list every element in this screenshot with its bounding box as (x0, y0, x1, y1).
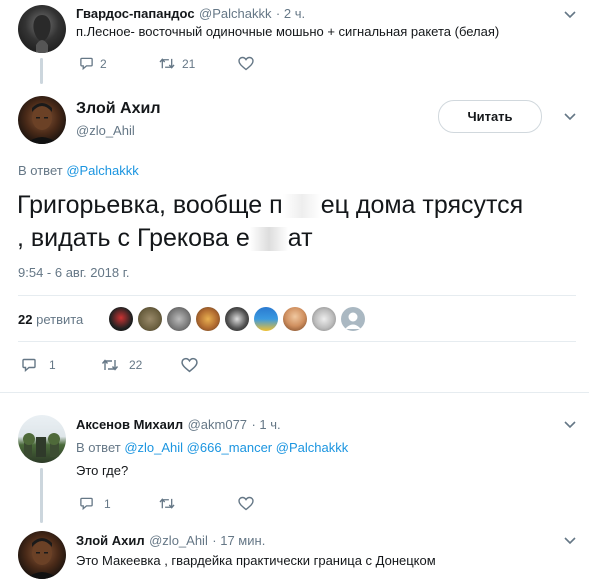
retweets-count: 22 (18, 312, 33, 327)
heart-icon (238, 496, 254, 511)
retweeter-avatar[interactable] (312, 307, 336, 331)
thread-line (40, 58, 43, 84)
retweeter-avatar[interactable] (254, 307, 278, 331)
like-action[interactable] (238, 496, 254, 511)
divider (18, 295, 576, 296)
chevron-down-icon[interactable] (563, 418, 577, 432)
thread-line (40, 468, 43, 523)
retweet-icon (159, 58, 175, 69)
tweet-text: Это Макеевка , гвардейка практически гра… (76, 553, 436, 568)
retweet-count: 21 (182, 56, 196, 71)
reply-context: В ответ @zlo_Ahil @666_mancer @Palchakkk (76, 440, 348, 455)
tweet-text-part: Григорьевка, вообще п (17, 191, 283, 219)
tweet-timestamp[interactable]: 9:54 - 6 авг. 2018 г. (18, 265, 130, 280)
mention-link[interactable]: @Palchakkk (276, 440, 348, 455)
reply-count: 1 (49, 358, 56, 372)
tweet-time[interactable]: · 2 ч. (276, 6, 305, 21)
avatar[interactable] (18, 96, 66, 144)
reply-count: 2 (100, 56, 107, 71)
author-handle[interactable]: @akm077 (188, 417, 247, 432)
chevron-down-icon[interactable] (563, 8, 577, 22)
avatar[interactable] (18, 415, 66, 463)
avatar[interactable] (18, 531, 66, 579)
author-handle[interactable]: @zlo_Ahil (149, 533, 208, 548)
author-name[interactable]: Злой Ахил (76, 533, 145, 548)
tweet-time[interactable]: · 17 мин. (212, 533, 265, 548)
blurred-word (282, 194, 321, 219)
follow-button[interactable]: Читать (438, 100, 542, 133)
heart-icon (181, 357, 198, 373)
default-avatar-icon (345, 312, 361, 329)
retweet-icon (159, 498, 175, 509)
retweet-count: 22 (129, 358, 143, 372)
tweet-text-part: ат (287, 224, 313, 252)
reply-icon (80, 497, 93, 511)
chevron-down-icon[interactable] (563, 534, 577, 548)
tweet-text-part: , видать с Грекова е (17, 224, 250, 252)
author-handle[interactable]: @zlo_Ahil (76, 123, 135, 138)
author-handle[interactable]: @Palchakkk (199, 6, 271, 21)
mention-link[interactable]: @Palchakkk (66, 163, 138, 178)
retweet-icon (101, 359, 119, 371)
blurred-word (249, 227, 288, 252)
retweet-action[interactable]: 21 (158, 56, 195, 71)
retweeter-avatar[interactable] (283, 307, 307, 331)
like-action[interactable] (238, 56, 254, 71)
avatar[interactable] (18, 5, 66, 53)
tweet-text: Григорьевка, вообще п ец дома трясутся , … (17, 189, 523, 255)
retweeter-avatar[interactable] (138, 307, 162, 331)
reply-action[interactable]: 1 (21, 357, 56, 373)
like-action[interactable] (181, 357, 198, 373)
tweet-text-line: , видать с Грекова е ат (17, 222, 523, 255)
author-name[interactable]: Злой Ахил (76, 100, 160, 118)
reply-icon (80, 57, 93, 71)
mention-link[interactable]: @666_mancer (187, 440, 272, 455)
retweeter-avatar[interactable] (109, 307, 133, 331)
reply-action[interactable]: 2 (79, 56, 107, 71)
tweet-text-line: Григорьевка, вообще п ец дома трясутся (17, 189, 523, 222)
tweet-text: Это где? (76, 463, 129, 478)
retweeter-avatar[interactable] (341, 307, 365, 331)
tweet-text-part: ец дома трясутся (320, 191, 524, 219)
reply-icon (22, 358, 36, 373)
divider (18, 341, 576, 342)
retweets-label: ретвита (36, 312, 84, 327)
chevron-down-icon[interactable] (563, 110, 577, 124)
retweet-action[interactable] (158, 496, 176, 511)
tweet-text: п.Лесное- восточный одиночные мошьно + с… (76, 24, 500, 39)
retweets-stat[interactable]: 22 ретвита (18, 312, 83, 327)
retweeter-avatar[interactable] (196, 307, 220, 331)
mention-link[interactable]: @zlo_Ahil (124, 440, 183, 455)
reply-count: 1 (104, 496, 111, 511)
author-name[interactable]: Аксенов Михаил (76, 417, 183, 432)
author-name[interactable]: Гвардос-папандос (76, 6, 195, 21)
retweeter-avatar[interactable] (167, 307, 191, 331)
tweet-time[interactable]: · 1 ч. (251, 417, 280, 432)
reply-context: В ответ @Palchakkk (18, 163, 139, 178)
reply-action[interactable]: 1 (79, 496, 111, 511)
reply-prefix: В ответ (18, 163, 67, 178)
retweet-action[interactable]: 22 (101, 357, 142, 373)
retweeter-avatar[interactable] (225, 307, 249, 331)
heart-icon (238, 56, 254, 71)
section-divider (0, 392, 589, 401)
reply-prefix: В ответ (76, 440, 125, 455)
